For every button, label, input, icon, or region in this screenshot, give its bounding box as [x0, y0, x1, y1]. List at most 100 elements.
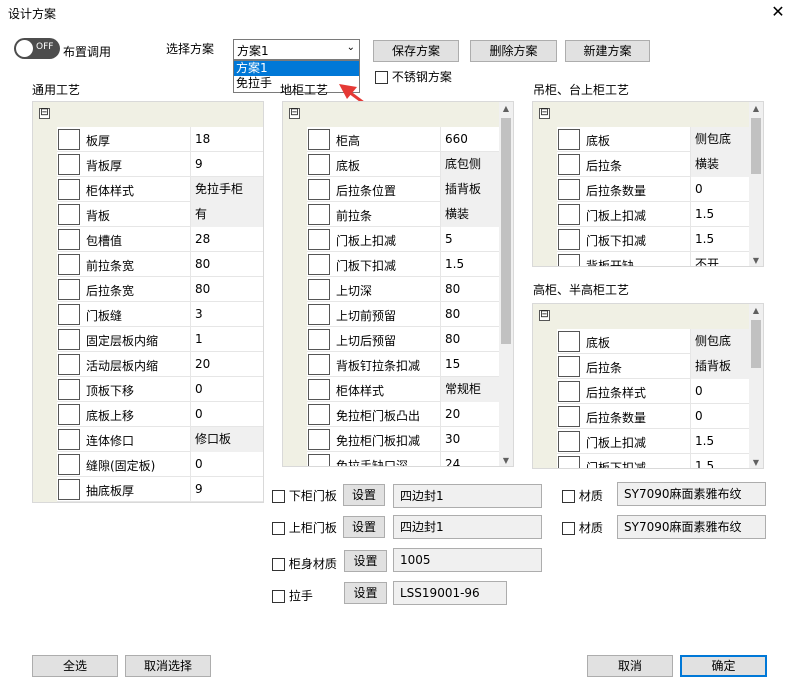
collapse-icon[interactable]: ⊟ — [539, 310, 550, 321]
grid-row[interactable]: 活动层板内缩 20 — [33, 352, 263, 377]
row-value[interactable]: 3 — [190, 302, 263, 327]
row-value[interactable]: 80 — [440, 277, 501, 302]
row-value[interactable]: 插背板 — [440, 177, 501, 202]
row-checkbox[interactable] — [58, 229, 80, 250]
lower-door-checkbox[interactable] — [272, 490, 285, 503]
lower-door-material-checkbox-wrap[interactable]: 材质 — [562, 487, 603, 504]
scroll-thumb[interactable] — [751, 118, 761, 174]
collapse-icon[interactable]: ⊟ — [39, 108, 50, 119]
row-checkbox[interactable] — [308, 229, 330, 250]
row-checkbox[interactable] — [308, 204, 330, 225]
row-checkbox[interactable] — [558, 254, 580, 266]
hanging-grid-scrollbar[interactable]: ▲ ▼ — [749, 102, 763, 266]
new-scheme-button[interactable]: 新建方案 — [565, 40, 650, 62]
scroll-down-icon[interactable]: ▼ — [749, 456, 763, 468]
grid-row[interactable]: 底板 底包侧 — [283, 152, 513, 177]
row-checkbox[interactable] — [308, 254, 330, 275]
row-value[interactable]: 20 — [440, 402, 501, 427]
row-value[interactable]: 1.5 — [690, 454, 751, 468]
row-value[interactable]: 1.5 — [690, 227, 751, 252]
grid-row[interactable]: 底板 侧包底 — [533, 329, 763, 354]
row-value[interactable]: 0 — [690, 177, 751, 202]
select-all-button[interactable]: 全选 — [32, 655, 118, 677]
row-checkbox[interactable] — [558, 406, 580, 427]
row-value[interactable]: 0 — [690, 404, 751, 429]
row-value[interactable]: 0 — [190, 402, 263, 427]
row-checkbox[interactable] — [58, 129, 80, 150]
scheme-option[interactable]: 方案1 — [234, 61, 359, 76]
lower-door-set-button[interactable]: 设置 — [343, 484, 385, 506]
row-checkbox[interactable] — [308, 279, 330, 300]
grid-row[interactable]: 门板下扣减 1.5 — [533, 454, 763, 468]
scroll-up-icon[interactable]: ▲ — [499, 102, 513, 116]
row-checkbox[interactable] — [58, 379, 80, 400]
row-value[interactable]: 80 — [440, 302, 501, 327]
handle-checkbox[interactable] — [272, 590, 285, 603]
grid-row[interactable]: 柜体样式 免拉手柜 — [33, 177, 263, 202]
grid-row[interactable]: 后拉条数量 0 — [533, 404, 763, 429]
upper-door-checkbox[interactable] — [272, 522, 285, 535]
grid-row[interactable]: 门板缝 3 — [33, 302, 263, 327]
grid-row[interactable]: 抽底板厚 9 — [33, 477, 263, 502]
scheme-select[interactable]: 方案1 ⌄ — [233, 39, 360, 60]
row-value[interactable]: 侧包底 — [690, 127, 751, 152]
scroll-thumb[interactable] — [501, 118, 511, 344]
grid-row[interactable]: 板厚 18 — [33, 127, 263, 152]
row-value[interactable]: 28 — [190, 227, 263, 252]
row-checkbox[interactable] — [58, 254, 80, 275]
row-value[interactable]: 9 — [190, 152, 263, 177]
grid-row[interactable]: 柜体样式 常规柜 — [283, 377, 513, 402]
scroll-thumb[interactable] — [751, 320, 761, 368]
cancel-button[interactable]: 取消 — [587, 655, 673, 677]
save-scheme-button[interactable]: 保存方案 — [373, 40, 459, 62]
row-checkbox[interactable] — [558, 331, 580, 352]
grid-row[interactable]: 上切前预留 80 — [283, 302, 513, 327]
grid-row[interactable]: 门板下扣减 1.5 — [533, 227, 763, 252]
row-checkbox[interactable] — [558, 456, 580, 468]
row-value[interactable]: 5 — [440, 227, 501, 252]
row-value[interactable]: 1.5 — [690, 429, 751, 454]
row-checkbox[interactable] — [58, 404, 80, 425]
row-checkbox[interactable] — [558, 381, 580, 402]
row-value[interactable]: 0 — [190, 377, 263, 402]
grid-row[interactable]: 免拉柜门板凸出 20 — [283, 402, 513, 427]
grid-row[interactable]: 背板 有 — [33, 202, 263, 227]
upper-door-set-button[interactable]: 设置 — [343, 516, 385, 538]
row-checkbox[interactable] — [58, 329, 80, 350]
row-value[interactable]: 插背板 — [690, 354, 751, 379]
upper-door-checkbox-wrap[interactable]: 上柜门板 — [272, 519, 337, 536]
grid-row[interactable]: 底板 侧包底 — [533, 127, 763, 152]
lower-door-material-checkbox[interactable] — [562, 490, 575, 503]
row-checkbox[interactable] — [58, 204, 80, 225]
grid-row[interactable]: 后拉条 插背板 — [533, 354, 763, 379]
row-value[interactable]: 1.5 — [440, 252, 501, 277]
handle-checkbox-wrap[interactable]: 拉手 — [272, 587, 313, 604]
row-value[interactable]: 660 — [440, 127, 501, 152]
grid-row[interactable]: 前拉条 横装 — [283, 202, 513, 227]
row-value[interactable]: 80 — [190, 277, 263, 302]
stainless-checkbox-wrap[interactable]: 不锈钢方案 — [375, 68, 452, 85]
row-checkbox[interactable] — [58, 354, 80, 375]
upper-door-material-checkbox[interactable] — [562, 522, 575, 535]
grid-row[interactable]: 顶板下移 0 — [33, 377, 263, 402]
grid-row[interactable]: 免拉手缺口深 24 — [283, 452, 513, 466]
scroll-up-icon[interactable]: ▲ — [749, 102, 763, 116]
row-value[interactable]: 1 — [190, 327, 263, 352]
grid-row[interactable]: 后拉条 横装 — [533, 152, 763, 177]
row-value[interactable]: 侧包底 — [690, 329, 751, 354]
grid-row[interactable]: 后拉条数量 0 — [533, 177, 763, 202]
grid-row[interactable]: 包槽值 28 — [33, 227, 263, 252]
row-value[interactable]: 不开 — [690, 252, 751, 266]
body-material-checkbox[interactable] — [272, 558, 285, 571]
row-value[interactable]: 80 — [190, 252, 263, 277]
grid-row[interactable]: 背板开缺 不开 — [533, 252, 763, 266]
row-checkbox[interactable] — [58, 454, 80, 475]
row-checkbox[interactable] — [558, 356, 580, 377]
row-checkbox[interactable] — [308, 404, 330, 425]
row-value[interactable]: 常规柜 — [440, 377, 501, 402]
grid-row[interactable]: 免拉柜门板扣减 30 — [283, 427, 513, 452]
grid-row[interactable]: 上切深 80 — [283, 277, 513, 302]
handle-set-button[interactable]: 设置 — [344, 582, 387, 604]
row-checkbox[interactable] — [308, 379, 330, 400]
grid-row[interactable]: 门板上扣减 1.5 — [533, 202, 763, 227]
